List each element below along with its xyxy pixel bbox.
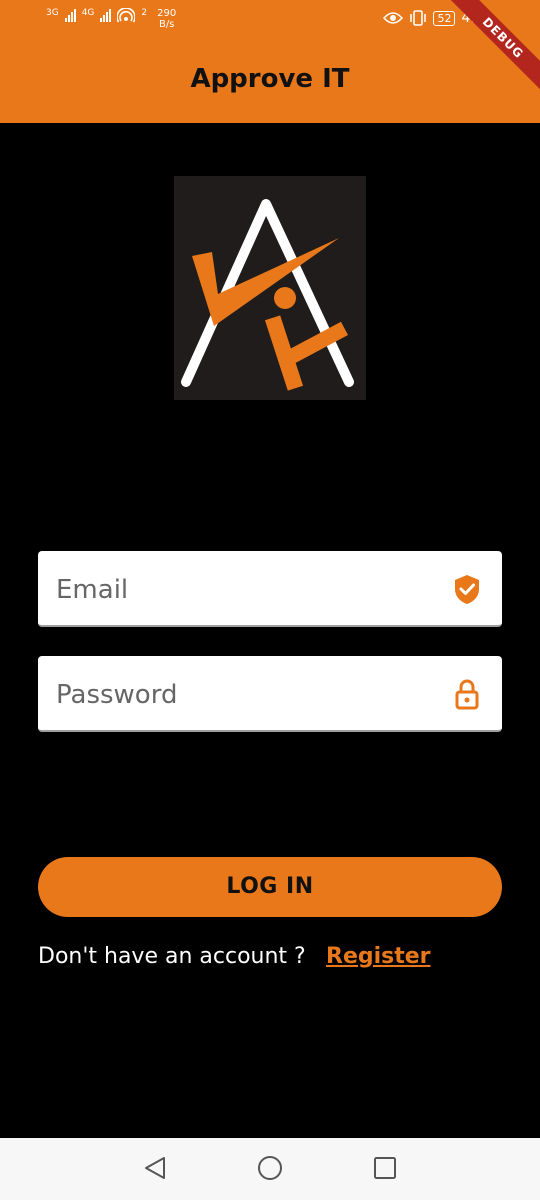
page-title: Approve IT	[190, 64, 350, 94]
lock-icon	[455, 679, 479, 710]
system-nav-bar	[0, 1138, 540, 1200]
signal-2-icon	[100, 8, 112, 22]
network-2-label: 4G	[81, 8, 95, 18]
password-field[interactable]: Password	[38, 656, 502, 732]
app-bar: 3G 4G 2 290 B/s 52 4:2 DEBUG Approve IT	[0, 0, 540, 123]
register-link[interactable]: Register	[326, 944, 431, 969]
eye-icon	[383, 12, 404, 24]
login-button[interactable]: LOG IN	[38, 857, 502, 917]
email-placeholder: Email	[56, 575, 129, 605]
square-recent-icon[interactable]	[372, 1154, 398, 1182]
net-speed-value: 290	[157, 8, 177, 19]
net-speed-unit: B/s	[158, 19, 175, 30]
shield-check-icon	[455, 575, 479, 604]
circle-home-icon[interactable]	[256, 1154, 284, 1182]
vibrate-icon	[410, 10, 427, 26]
hotspot-icon	[117, 8, 136, 23]
email-field[interactable]: Email	[38, 551, 502, 627]
net-speed: 290 B/s	[157, 8, 176, 30]
no-account-text: Don't have an account ?	[38, 944, 306, 969]
signal-1-icon	[64, 8, 76, 22]
status-left: 3G 4G 2 290 B/s	[46, 8, 176, 30]
battery-level: 52	[433, 10, 456, 26]
app-logo	[174, 176, 366, 400]
hotspot-count: 2	[141, 8, 148, 18]
network-1-label: 3G	[46, 8, 59, 18]
password-placeholder: Password	[56, 680, 178, 710]
triangle-back-icon[interactable]	[142, 1154, 168, 1182]
logo-graphic	[181, 199, 354, 391]
